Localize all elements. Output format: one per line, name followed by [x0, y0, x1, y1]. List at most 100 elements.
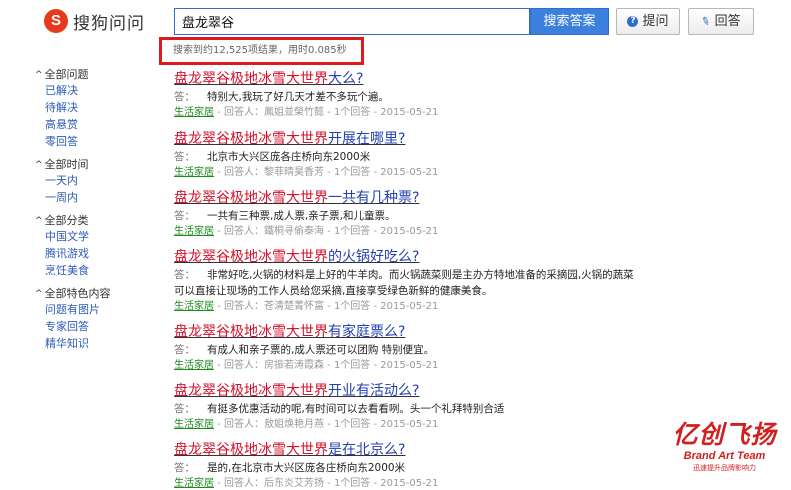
meta-sep: - [214, 419, 224, 430]
result-meta: 生活家居 - 回答人：黎菲晴昊香芳 - 1个回答 - 2015-05-21 [174, 165, 644, 180]
result-item: 盘龙翠谷极地冰雪大世界是在北京么? 答： 是的,在北京市大兴区庞各庄桥向东2000… [174, 441, 644, 490]
title-rest: 开业有活动么? [328, 383, 420, 399]
results-list: 盘龙翠谷极地冰雪大世界大么? 答： 特别大,我玩了好几天才差不多玩个遍。 生活家居… [174, 70, 644, 490]
result-title-link[interactable]: 盘龙翠谷极地冰雪大世界的火锅好吃么? [174, 248, 644, 267]
category-link[interactable]: 生活家居 [174, 167, 214, 178]
title-highlight: 盘龙翠谷极地冰雪大世界 [174, 71, 328, 87]
category-link[interactable]: 生活家居 [174, 478, 214, 489]
answer-count: 1个回答 [333, 226, 371, 237]
result-meta: 生活家居 - 回答人：后东炎艾芳扬 - 1个回答 - 2015-05-21 [174, 476, 644, 490]
answer-text: 是的,在北京市大兴区庞各庄桥向东2000米 [207, 462, 406, 474]
answer-label: 答： [174, 344, 195, 356]
title-rest: 一共有几种票? [328, 190, 420, 206]
answer-text: 有成人和亲子票的,成人票还可以团购 特别便宜。 [207, 344, 435, 356]
filter-head-time[interactable]: ^ 全部时间 [35, 158, 145, 172]
answer-text: 有挺多优惠活动的呢,有时间可以去看看咧。头一个礼拜特别合适 [207, 403, 505, 415]
meta-sep: - [323, 478, 334, 489]
filter-item-games[interactable]: 腾讯游戏 [35, 245, 145, 262]
filter-head-label: 全部特色内容 [44, 287, 111, 300]
meta-sep: - [214, 360, 224, 371]
title-highlight: 盘龙翠谷极地冰雪大世界 [174, 383, 328, 399]
filter-item-solved[interactable]: 已解决 [35, 82, 145, 99]
title-highlight: 盘龙翠谷极地冰雪大世界 [174, 190, 328, 206]
category-link[interactable]: 生活家居 [174, 360, 214, 371]
result-title-link[interactable]: 盘龙翠谷极地冰雪大世界一共有几种票? [174, 189, 644, 208]
result-item: 盘龙翠谷极地冰雪大世界的火锅好吃么? 答： 非常好吃,火锅的材料是上好的牛羊肉。而… [174, 248, 644, 323]
category-link[interactable]: 生活家居 [174, 419, 214, 430]
search-button[interactable]: 搜索答案 [530, 8, 609, 35]
filter-item-one-day[interactable]: 一天内 [35, 172, 145, 189]
category-link[interactable]: 生活家居 [174, 107, 214, 118]
result-title-link[interactable]: 盘龙翠谷极地冰雪大世界有家庭票么? [174, 323, 644, 342]
title-highlight: 盘龙翠谷极地冰雪大世界 [174, 324, 328, 340]
result-date: 2015-05-21 [380, 360, 439, 371]
answer-label: 答： [174, 462, 195, 474]
filter-item-zero-answer[interactable]: 零回答 [35, 133, 145, 150]
result-meta: 生活家居 - 回答人：房振若涛霞森 - 1个回答 - 2015-05-21 [174, 358, 644, 373]
filter-head-features[interactable]: ^ 全部特色内容 [35, 287, 145, 301]
filter-item-unsolved[interactable]: 待解决 [35, 99, 145, 116]
filter-group-category: ^ 全部分类 中国文学 腾讯游戏 烹饪美食 [35, 214, 145, 279]
answer-text: 非常好吃,火锅的材料是上好的牛羊肉。而火锅蔬菜则是主办方特地准备的采摘园,火锅的… [174, 269, 634, 297]
filter-item-high-reward[interactable]: 高悬赏 [35, 116, 145, 133]
answer-count: 1个回答 [333, 167, 371, 178]
responder: 回答人：敖姐焕艳月燕 [223, 419, 324, 430]
title-rest: 有家庭票么? [328, 324, 406, 340]
result-title-link[interactable]: 盘龙翠谷极地冰雪大世界开展在哪里? [174, 130, 644, 149]
answer-count: 1个回答 [333, 301, 371, 312]
watermark-cn: 亿创飞扬 [672, 420, 777, 449]
result-answer: 答： 北京市大兴区庞各庄桥向东2000米 [174, 149, 644, 165]
search-input[interactable] [174, 8, 530, 35]
answer-count: 1个回答 [333, 107, 371, 118]
filter-group-features: ^ 全部特色内容 问题有图片 专家回答 精华知识 [35, 287, 145, 352]
result-title-link[interactable]: 盘龙翠谷极地冰雪大世界大么? [174, 70, 644, 89]
result-title-link[interactable]: 盘龙翠谷极地冰雪大世界是在北京么? [174, 441, 644, 460]
pencil-icon: ✎ [699, 13, 713, 30]
meta-sep: - [323, 301, 334, 312]
answer-count: 1个回答 [333, 419, 371, 430]
meta-sep: - [214, 478, 224, 489]
brand-watermark: 亿创飞扬 Brand Art Team 迅速提升品牌影响力 [662, 420, 787, 482]
caret-icon: ^ [35, 216, 43, 226]
result-date: 2015-05-21 [380, 419, 439, 430]
category-link[interactable]: 生活家居 [174, 226, 214, 237]
answer-text: 一共有三种票,成人票,亲子票,和儿童票。 [207, 210, 396, 222]
filter-item-one-week[interactable]: 一周内 [35, 189, 145, 206]
answer-text: 北京市大兴区庞各庄桥向东2000米 [207, 151, 371, 163]
title-highlight: 盘龙翠谷极地冰雪大世界 [174, 131, 328, 147]
meta-sep: - [323, 107, 334, 118]
result-item: 盘龙翠谷极地冰雪大世界一共有几种票? 答： 一共有三种票,成人票,亲子票,和儿童票… [174, 189, 644, 248]
caret-icon: ^ [35, 160, 43, 170]
answer-button[interactable]: ✎ 回答 [688, 8, 754, 35]
meta-sep: - [370, 167, 381, 178]
filter-head-category[interactable]: ^ 全部分类 [35, 214, 145, 228]
result-date: 2015-05-21 [380, 301, 439, 312]
watermark-sub: 迅速提升品牌影响力 [693, 464, 756, 472]
result-title-link[interactable]: 盘龙翠谷极地冰雪大世界开业有活动么? [174, 382, 644, 401]
responder: 回答人：苍清楚菁怀富 [223, 301, 324, 312]
result-meta: 生活家居 - 回答人：苍清楚菁怀富 - 1个回答 - 2015-05-21 [174, 299, 644, 314]
responder: 回答人：黎菲晴昊香芳 [223, 167, 324, 178]
filter-item-literature[interactable]: 中国文学 [35, 228, 145, 245]
result-item: 盘龙翠谷极地冰雪大世界大么? 答： 特别大,我玩了好几天才差不多玩个遍。 生活家居… [174, 70, 644, 130]
result-item: 盘龙翠谷极地冰雪大世界开业有活动么? 答： 有挺多优惠活动的呢,有时间可以去看看咧… [174, 382, 644, 441]
filter-item-cooking[interactable]: 烹饪美食 [35, 262, 145, 279]
filter-head-status[interactable]: ^ 全部问题 [35, 68, 145, 82]
meta-sep: - [370, 419, 381, 430]
ask-button[interactable]: ? 提问 [616, 8, 680, 35]
category-link[interactable]: 生活家居 [174, 301, 214, 312]
filter-item-has-image[interactable]: 问题有图片 [35, 301, 145, 318]
title-rest: 大么? [328, 71, 364, 87]
result-date: 2015-05-21 [380, 478, 439, 489]
filter-group-status: ^ 全部问题 已解决 待解决 高悬赏 零回答 [35, 68, 145, 150]
result-answer: 答： 特别大,我玩了好几天才差不多玩个遍。 [174, 89, 644, 105]
meta-sep: - [323, 226, 334, 237]
responder: 回答人：鐵桐寻偷泰海 [223, 226, 324, 237]
filter-item-expert[interactable]: 专家回答 [35, 318, 145, 335]
meta-sep: - [370, 360, 381, 371]
result-date: 2015-05-21 [380, 107, 439, 118]
result-date: 2015-05-21 [380, 226, 439, 237]
sogou-logo[interactable]: S 搜狗问问 [44, 7, 145, 35]
answer-label: 答： [174, 210, 195, 222]
filter-item-featured[interactable]: 精华知识 [35, 335, 145, 352]
